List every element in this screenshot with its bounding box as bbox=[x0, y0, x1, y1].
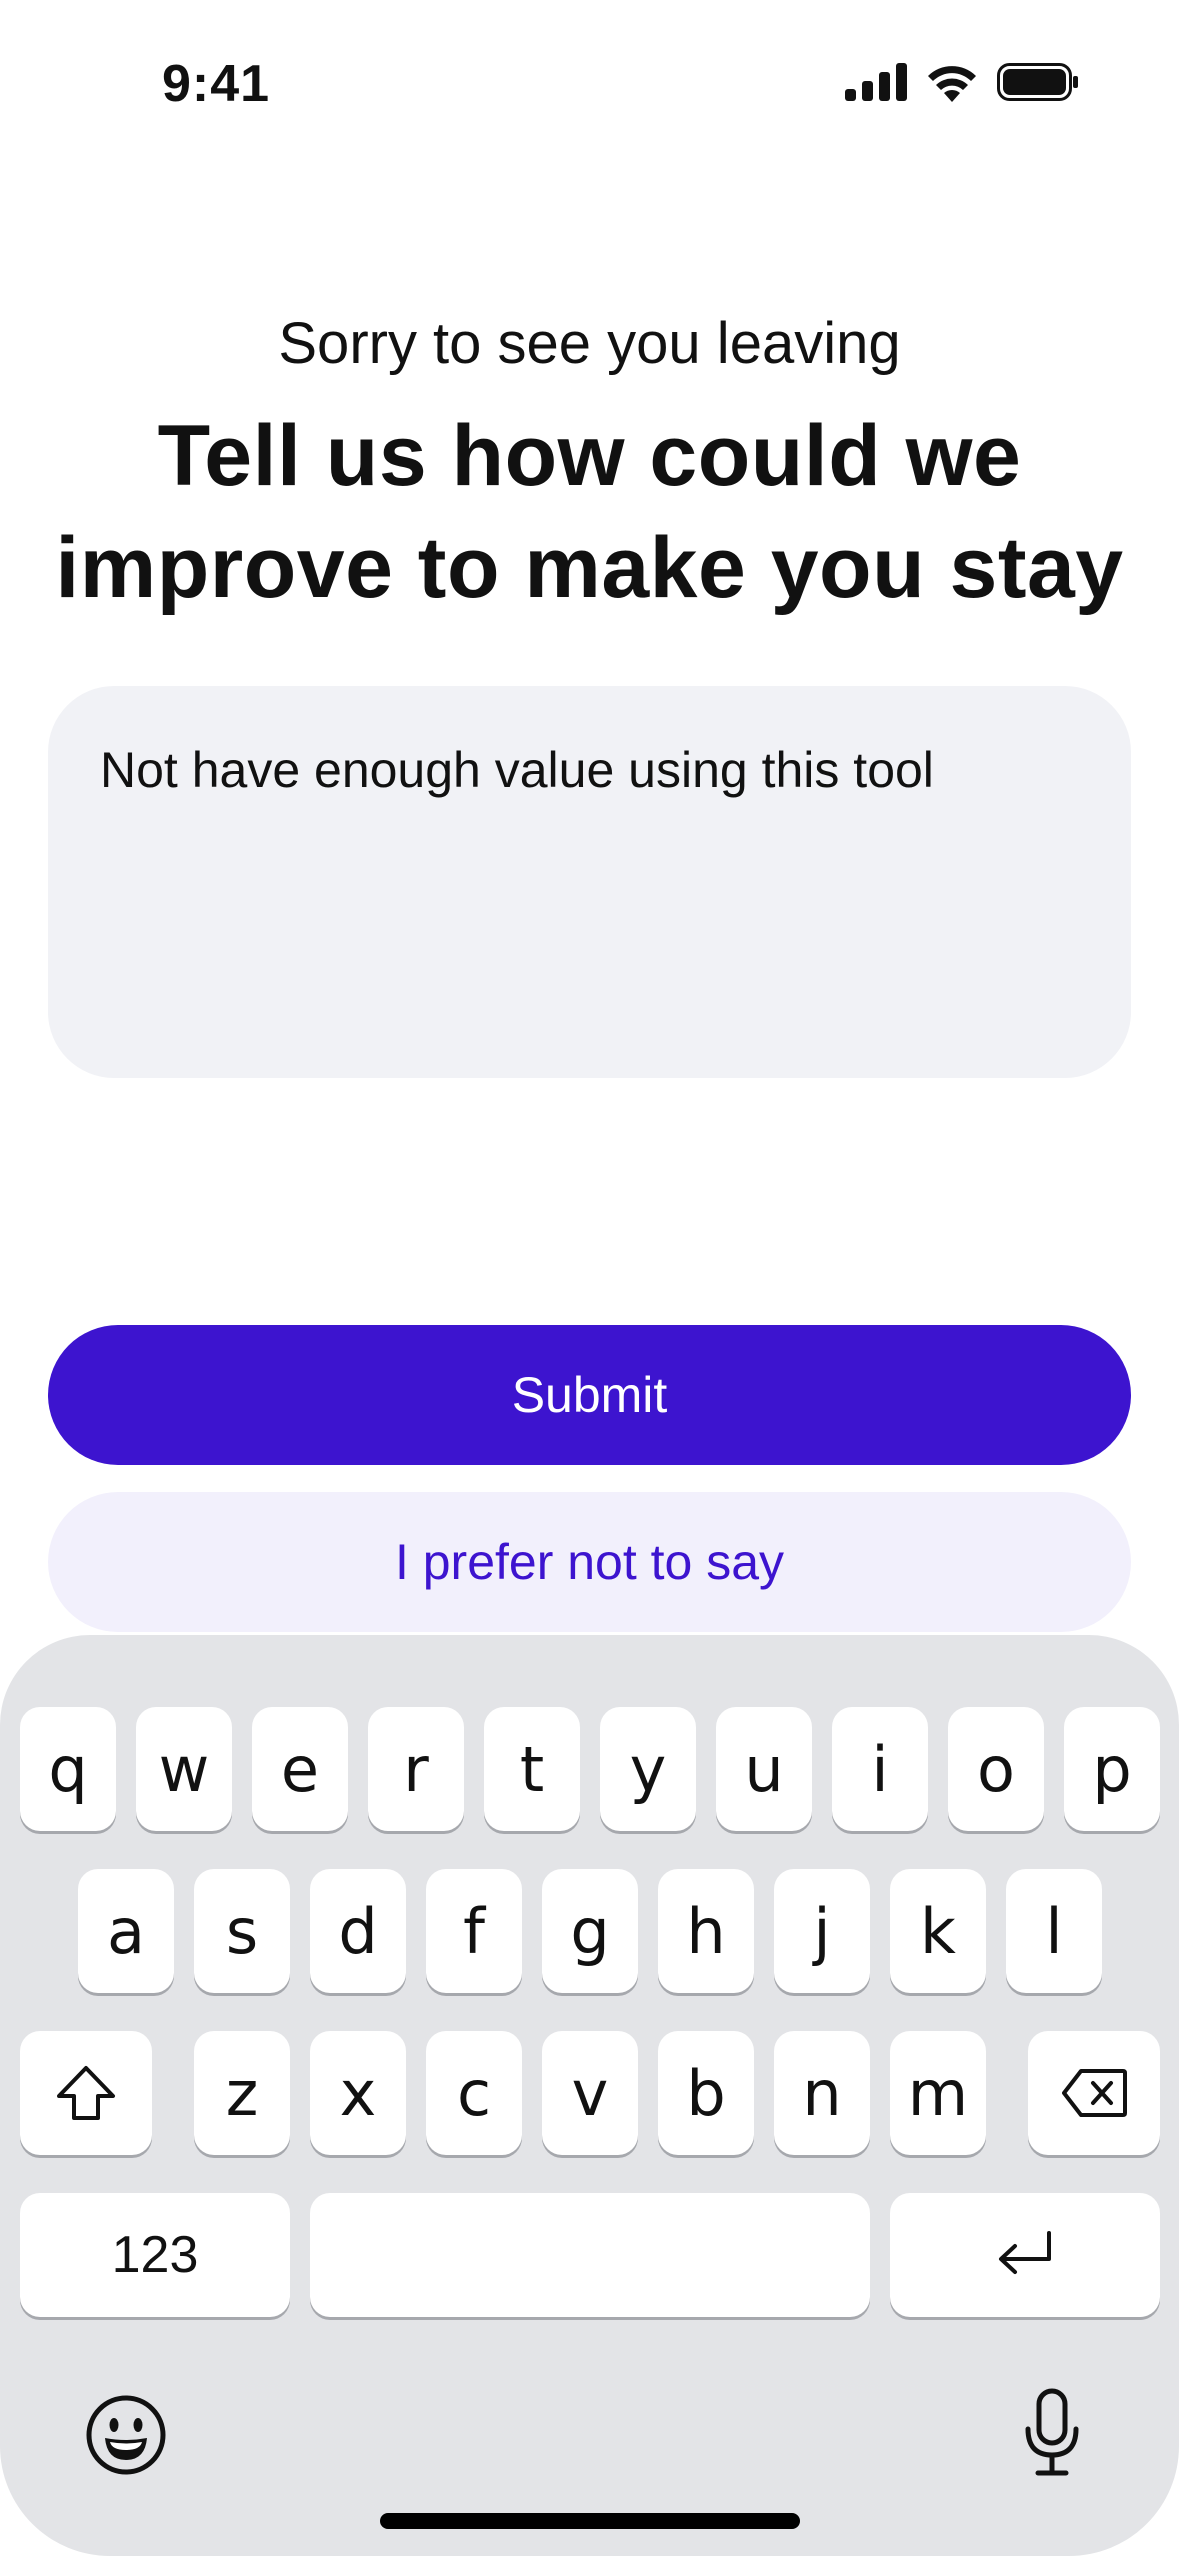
key-h[interactable]: h bbox=[658, 1869, 754, 1993]
key-x[interactable]: x bbox=[310, 2031, 406, 2155]
status-icons bbox=[845, 62, 1079, 102]
emoji-button[interactable] bbox=[84, 2393, 168, 2477]
signal-icon bbox=[845, 63, 907, 101]
key-f[interactable]: f bbox=[426, 1869, 522, 1993]
page-title: Tell us how could we improve to make you… bbox=[55, 408, 1124, 616]
key-m[interactable]: m bbox=[890, 2031, 986, 2155]
return-icon bbox=[999, 2231, 1051, 2274]
status-time: 9:41 bbox=[162, 55, 271, 113]
home-indicator[interactable] bbox=[380, 2513, 800, 2529]
status-bar: 9:41 bbox=[0, 0, 1179, 170]
key-w[interactable]: w bbox=[136, 1707, 232, 1831]
key-e[interactable]: e bbox=[252, 1707, 348, 1831]
key-u[interactable]: u bbox=[716, 1707, 812, 1831]
key-v[interactable]: v bbox=[542, 2031, 638, 2155]
feedback-value: Not have enough value using this tool bbox=[100, 742, 934, 798]
wifi-icon bbox=[928, 66, 976, 102]
space-key[interactable] bbox=[310, 2193, 870, 2317]
shift-icon bbox=[57, 2066, 115, 2120]
key-z[interactable]: z bbox=[194, 2031, 290, 2155]
emoji-icon bbox=[86, 2395, 166, 2475]
key-l[interactable]: l bbox=[1006, 1869, 1102, 1993]
return-key[interactable] bbox=[890, 2193, 1160, 2317]
key-g[interactable]: g bbox=[542, 1869, 638, 1993]
key-j[interactable]: j bbox=[774, 1869, 870, 1993]
key-o[interactable]: o bbox=[948, 1707, 1044, 1831]
prefer-not-to-say-button[interactable]: I prefer not to say bbox=[48, 1492, 1131, 1632]
keyboard: q w e r t y u i o p a s d f g h j k l z … bbox=[0, 1635, 1179, 2556]
numbers-key[interactable]: 123 bbox=[20, 2193, 290, 2317]
key-i[interactable]: i bbox=[832, 1707, 928, 1831]
battery-icon bbox=[997, 63, 1078, 101]
key-b[interactable]: b bbox=[658, 2031, 754, 2155]
key-t[interactable]: t bbox=[484, 1707, 580, 1831]
feedback-textarea[interactable]: Not have enough value using this tool bbox=[48, 686, 1131, 1078]
key-c[interactable]: c bbox=[426, 2031, 522, 2155]
key-q[interactable]: q bbox=[20, 1707, 116, 1831]
key-r[interactable]: r bbox=[368, 1707, 464, 1831]
page-subtitle: Sorry to see you leaving bbox=[278, 311, 901, 376]
shift-key[interactable] bbox=[20, 2031, 152, 2155]
key-k[interactable]: k bbox=[890, 1869, 986, 1993]
microphone-icon bbox=[1025, 2388, 1079, 2476]
submit-button[interactable]: Submit bbox=[48, 1325, 1131, 1465]
backspace-key[interactable] bbox=[1028, 2031, 1160, 2155]
key-y[interactable]: y bbox=[600, 1707, 696, 1831]
key-d[interactable]: d bbox=[310, 1869, 406, 1993]
key-a[interactable]: a bbox=[78, 1869, 174, 1993]
key-s[interactable]: s bbox=[194, 1869, 290, 1993]
key-n[interactable]: n bbox=[774, 2031, 870, 2155]
key-p[interactable]: p bbox=[1064, 1707, 1160, 1831]
dictation-button[interactable] bbox=[1010, 2385, 1094, 2481]
backspace-icon bbox=[1062, 2069, 1127, 2117]
